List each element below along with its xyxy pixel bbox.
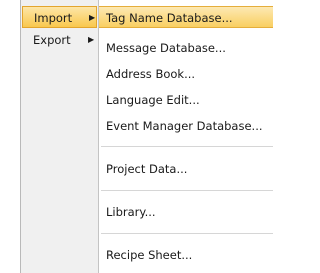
menu-separator xyxy=(101,233,273,234)
menu-item-message-database-label: Message Database... xyxy=(106,41,226,55)
menu-item-import-label: Import xyxy=(34,11,73,25)
menu-item-language-edit-label: Language Edit... xyxy=(106,93,200,107)
menu-item-export-label: Export xyxy=(33,33,71,47)
menu-item-library[interactable]: Library... xyxy=(99,201,273,223)
menu-item-recipe-sheet[interactable]: Recipe Sheet... xyxy=(99,244,273,266)
menu-item-project-data-label: Project Data... xyxy=(106,162,188,176)
menu-item-project-data[interactable]: Project Data... xyxy=(99,158,273,180)
menu-item-event-manager-database-label: Event Manager Database... xyxy=(106,119,263,133)
menu-item-message-database[interactable]: Message Database... xyxy=(99,37,273,59)
file-submenu-panel: Import ▶ Export ▶ xyxy=(20,0,99,273)
submenu-arrow-icon: ▶ xyxy=(88,35,95,44)
menu-item-address-book[interactable]: Address Book... xyxy=(99,63,273,85)
import-submenu-panel: Tag Name Database... Message Database...… xyxy=(98,0,273,273)
menu-item-language-edit[interactable]: Language Edit... xyxy=(99,89,273,111)
menu-item-tag-name-database[interactable]: Tag Name Database... xyxy=(99,6,273,28)
menu-item-export[interactable]: Export ▶ xyxy=(22,29,97,51)
menu-item-library-label: Library... xyxy=(106,205,156,219)
menu-separator xyxy=(101,190,273,191)
menu-item-tag-name-database-label: Tag Name Database... xyxy=(106,11,233,25)
menu-separator xyxy=(101,146,273,147)
menu-item-event-manager-database[interactable]: Event Manager Database... xyxy=(99,115,273,137)
submenu-arrow-icon: ▶ xyxy=(89,13,96,22)
menu-item-address-book-label: Address Book... xyxy=(106,67,196,81)
menu-item-recipe-sheet-label: Recipe Sheet... xyxy=(106,248,193,262)
menu-item-import[interactable]: Import ▶ xyxy=(22,6,97,28)
